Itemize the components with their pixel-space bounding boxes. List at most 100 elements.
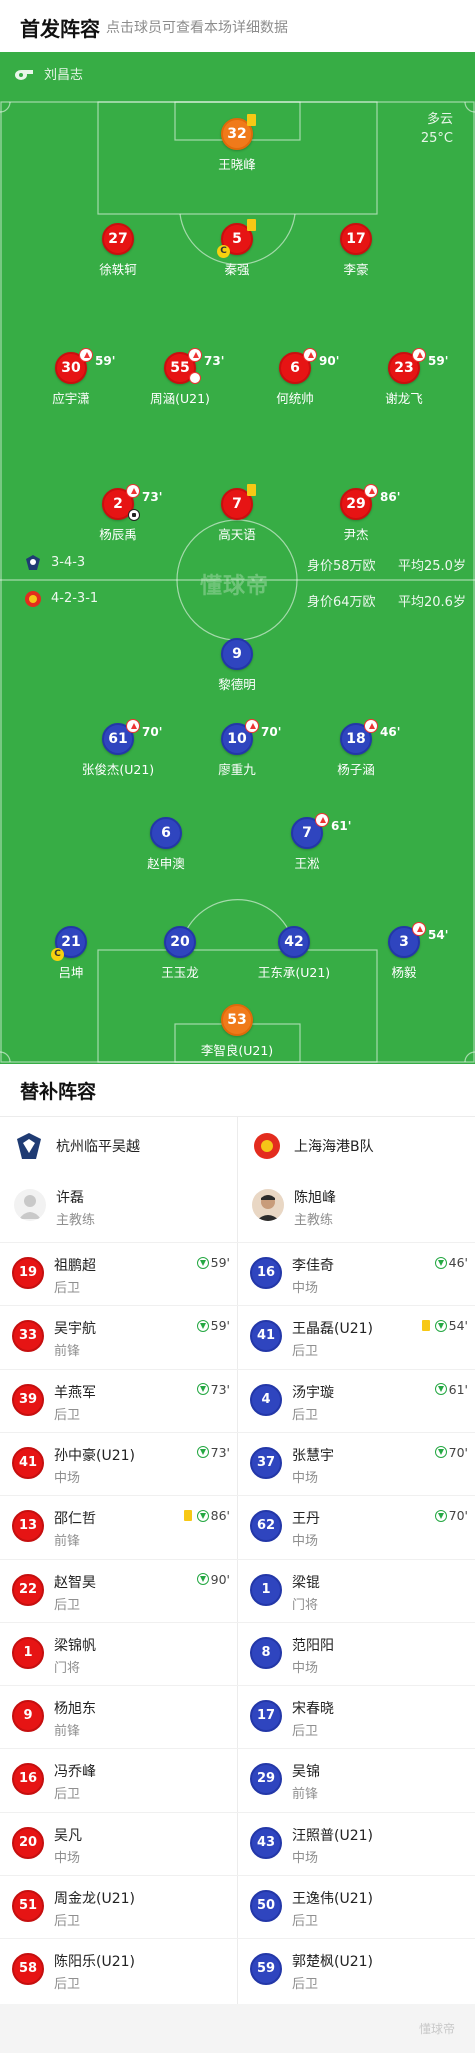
substitute-row[interactable]: 50 王逸伟(U21) 后卫 [238,1875,475,1938]
home-player[interactable]: 2 73' 杨辰禹 [63,484,173,543]
player-name: 何统帅 [276,391,314,406]
player-position: 门将 [54,1660,81,1676]
substitution-time: 59' [95,354,116,368]
substitution-time: 73' [210,1381,230,1397]
home-coach[interactable]: 许磊 主教练 [14,1179,224,1239]
substitution-time: 73' [204,354,225,368]
home-player[interactable]: 30 59' 应宇潇 [16,348,126,407]
away-player[interactable]: 21 C 吕坤 [16,926,126,981]
away-player[interactable]: 53 李智良(U21) [182,1004,292,1059]
substitution-time: 46' [448,1255,468,1270]
coach-role: 主教练 [294,1213,334,1228]
away-team-logo-icon [25,591,41,607]
player-position: 中场 [292,1470,319,1486]
substitution-icon [126,719,140,733]
shirt-number: 20 [164,926,196,958]
away-player[interactable]: 42 王东承(U21) [239,926,349,981]
shirt-number: 23 59' [388,348,448,384]
substitute-row[interactable]: 51 周金龙(U21) 后卫 [0,1875,238,1938]
player-name: 梁锟 [292,1574,320,1591]
home-player[interactable]: 5 C 秦强 [182,219,292,278]
substitute-row[interactable]: 20 吴凡 中场 [0,1811,238,1875]
home-value: 身价58万欧 [307,559,376,574]
player-name: 杨子涵 [337,762,375,777]
home-player[interactable]: 7 高天语 [182,484,292,543]
substitute-row[interactable]: 4 汤宇璇 后卫 61' [238,1368,475,1432]
home-subs-team: 杭州临平吴越 [14,1122,140,1170]
player-name: 赵智昊 [54,1574,96,1591]
away-player[interactable]: 18 46' 杨子涵 [301,719,411,778]
home-player[interactable]: 55 73' 周涵(U21) [125,348,235,407]
player-name: 王丹 [292,1511,320,1528]
substitute-row[interactable]: 16 李佳奇 中场 46' [238,1242,475,1305]
substitute-row[interactable]: 59 郭楚枫(U21) 后卫 [238,1938,475,2001]
shirt-number: 61 70' [102,719,162,755]
away-value: 身价64万欧 [307,595,376,610]
substitute-row[interactable]: 19 祖鹏超 后卫 59' [0,1242,238,1305]
player-name: 吕坤 [58,965,84,980]
player-name: 吴宇航 [54,1321,96,1338]
substitute-row[interactable]: 33 吴宇航 前锋 59' [0,1305,238,1368]
page-title: 首发阵容 [20,17,100,41]
home-player[interactable]: 27 徐轶轲 [63,223,173,278]
substitute-row[interactable]: 1 梁锦帆 门将 [0,1621,238,1685]
substitution-in: 46' [434,1255,468,1270]
substitute-row[interactable]: 9 杨旭东 前锋 [0,1685,238,1748]
substitute-row[interactable]: 16 冯乔峰 后卫 [0,1748,238,1811]
shirt-number: 50 [250,1890,282,1922]
substitution-icon [126,484,140,498]
player-name: 杨旭东 [54,1701,96,1718]
shirt-number: 62 [250,1510,282,1543]
home-player[interactable]: 17 李豪 [301,223,411,278]
substitute-row[interactable]: 29 吴锦 前锋 [238,1748,475,1811]
substitute-row[interactable]: 39 羊燕军 后卫 73' [0,1368,238,1432]
home-player[interactable]: 32 王晓峰 [182,114,292,173]
substitution-in-icon [434,1383,447,1396]
away-player[interactable]: 61 70' 张俊杰(U21) [63,719,173,778]
substitute-row[interactable]: 62 王丹 中场 70' [238,1495,475,1558]
player-position: 后卫 [292,1914,319,1929]
away-player[interactable]: 9 黎德明 [182,638,292,693]
substitution-time: 61' [448,1381,468,1397]
substitution-in: 59' [196,1255,230,1270]
away-player[interactable]: 7 61' 王淞 [252,813,362,872]
away-coach[interactable]: 陈旭峰 主教练 [252,1179,462,1239]
substitute-row[interactable]: 58 陈阳乐(U21) 后卫 [0,1938,238,2001]
away-player[interactable]: 6 赵申澳 [111,817,221,872]
substitute-row[interactable]: 13 邵仁哲 前锋 86' [0,1495,238,1558]
substitution-icon [364,719,378,733]
shirt-number: 13 [12,1510,44,1543]
home-player[interactable]: 29 86' 尹杰 [301,484,411,543]
away-subs-team: 上海海港B队 [252,1122,374,1170]
substitute-row[interactable]: 37 张慧宇 中场 70' [238,1431,475,1495]
substitute-row[interactable]: 41 孙中豪(U21) 中场 73' [0,1431,238,1495]
substitute-row[interactable]: 1 梁锟 门将 [238,1558,475,1622]
shirt-number: 37 [250,1446,282,1479]
lineup-header: 首发阵容 点击球员可查看本场详细数据 [0,0,475,52]
home-player[interactable]: 6 90' 何统帅 [240,348,350,407]
away-player[interactable]: 3 54' 杨毅 [349,922,459,981]
away-player[interactable]: 20 王玉龙 [125,926,235,981]
substitute-row[interactable]: 43 汪照普(U21) 中场 [238,1811,475,1875]
player-name: 王玉龙 [161,965,199,980]
player-position: 前锋 [292,1787,319,1803]
page-subtitle: 点击球员可查看本场详细数据 [106,20,288,36]
substitute-row[interactable]: 17 宋春晓 后卫 [238,1685,475,1748]
substitution-in-icon [196,1509,209,1522]
substitution-icon [315,813,329,827]
player-name: 王逸伟(U21) [292,1891,373,1907]
substitution-time: 90' [210,1571,230,1587]
substitution-in: 54' [421,1318,468,1333]
home-player[interactable]: 23 59' 谢龙飞 [349,348,459,407]
substitute-row[interactable]: 41 王晶磊(U21) 后卫 54' [238,1305,475,1368]
substitute-row[interactable]: 8 范阳阳 中场 [238,1621,475,1685]
shirt-number: 16 [12,1763,44,1796]
away-player[interactable]: 10 70' 廖重九 [182,719,292,778]
player-position: 中场 [292,1281,319,1296]
player-name: 吴锦 [292,1764,320,1781]
shirt-number: 16 [250,1257,282,1289]
substitute-row[interactable]: 22 赵智昊 后卫 90' [0,1558,238,1622]
shirt-number: 41 [12,1446,44,1479]
pitch: 刘昌志 多云 25°C 懂球帝 3-4-3 身价58万欧 平均25.0岁 4-2… [0,52,475,1064]
substitution-in: 90' [196,1571,230,1587]
